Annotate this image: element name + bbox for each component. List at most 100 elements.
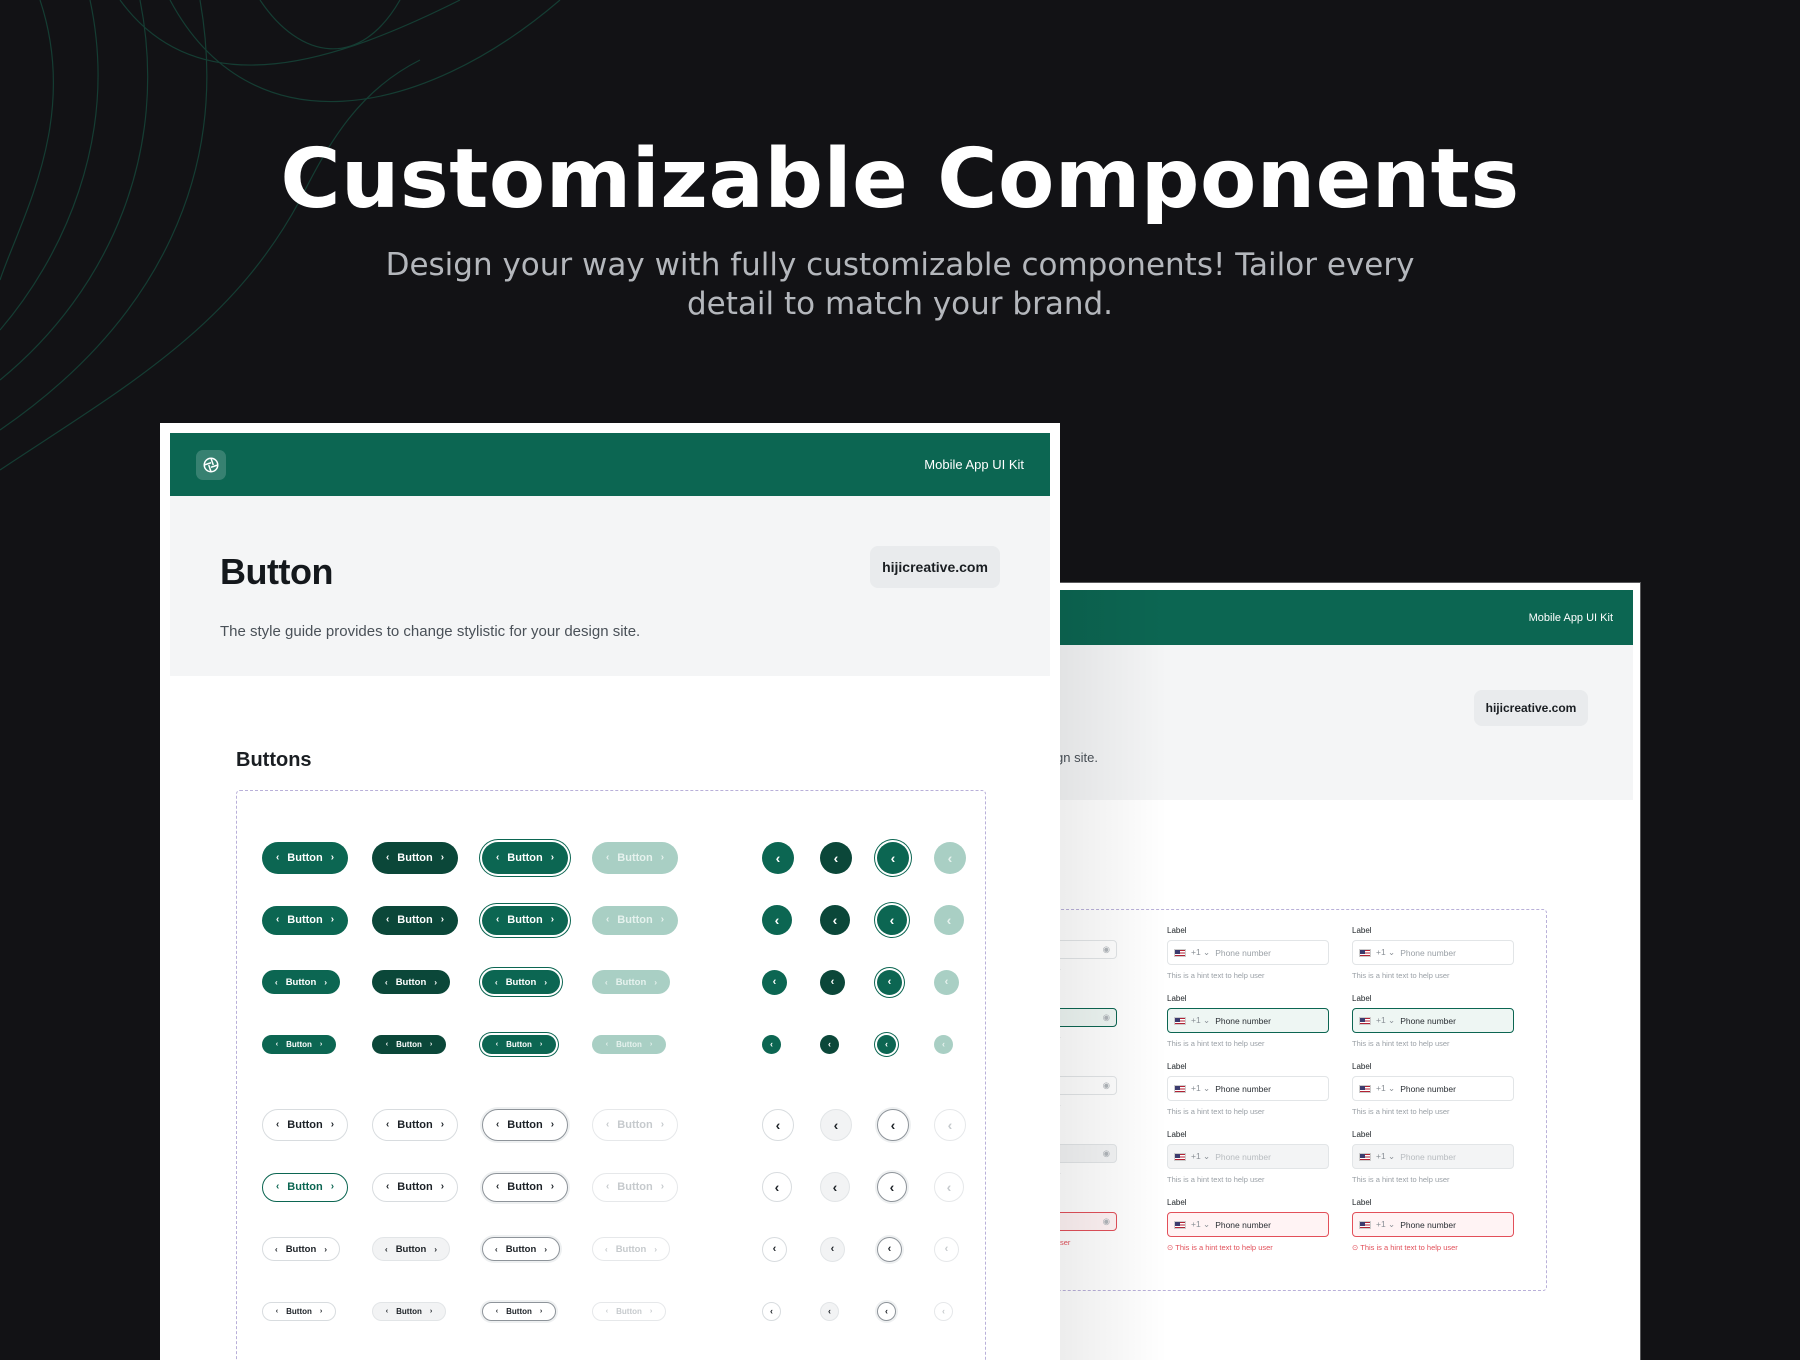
icon-button[interactable]: ‹ <box>820 1172 850 1202</box>
button-label: Button <box>287 852 323 864</box>
filled-button[interactable]: ‹ Button › <box>482 842 568 874</box>
filled-button[interactable]: ‹ Button › <box>372 842 458 874</box>
icon-button[interactable]: ‹ <box>762 1236 787 1262</box>
filled-button[interactable]: ‹ Button › <box>262 970 340 994</box>
outline-button[interactable]: ‹ Button › <box>262 1109 348 1141</box>
filled-button[interactable]: ‹ Button › <box>592 905 678 935</box>
phone-input[interactable]: +1 ⌄ Phone number <box>1167 940 1329 965</box>
icon-button[interactable]: ‹ <box>762 969 787 995</box>
icon-button[interactable]: ‹ <box>762 1301 781 1321</box>
button-label: Button <box>397 914 433 926</box>
phone-input[interactable]: +1 ⌄ Phone number <box>1167 1008 1329 1033</box>
outline-button[interactable]: ‹ Button › <box>262 1172 348 1202</box>
icon-button[interactable]: ‹ <box>762 1109 794 1141</box>
eye-icon[interactable]: ◉ <box>1103 1012 1110 1023</box>
icon-button[interactable]: ‹ <box>934 1034 953 1054</box>
filled-button[interactable]: ‹ Button › <box>482 1034 556 1054</box>
domain-badge[interactable]: hijicreative.com <box>870 546 1000 588</box>
phone-input[interactable]: +1 ⌄ Phone number <box>1352 1144 1514 1169</box>
icon-button[interactable]: ‹ <box>934 1109 966 1141</box>
icon-button[interactable]: ‹ <box>877 969 902 995</box>
country-code-select[interactable]: +1 ⌄ <box>1191 1083 1210 1094</box>
outline-button[interactable]: ‹ Button › <box>482 1301 556 1321</box>
filled-button[interactable]: ‹ Button › <box>262 905 348 935</box>
country-code-select[interactable]: +1 ⌄ <box>1191 1015 1210 1026</box>
icon-button[interactable]: ‹ <box>820 842 852 874</box>
chevron-left-icon: ‹ <box>830 976 835 988</box>
section-title: Buttons <box>236 749 312 771</box>
icon-button[interactable]: ‹ <box>877 905 907 935</box>
country-code-select[interactable]: +1 ⌄ <box>1376 1219 1395 1230</box>
icon-button[interactable]: ‹ <box>934 905 964 935</box>
eye-icon[interactable]: ◉ <box>1103 1216 1110 1227</box>
outline-button[interactable]: ‹ Button › <box>482 1172 568 1202</box>
filled-button[interactable]: ‹ Button › <box>262 1034 336 1054</box>
filled-button[interactable]: ‹ Button › <box>482 905 568 935</box>
icon-button[interactable]: ‹ <box>877 842 909 874</box>
phone-input[interactable]: +1 ⌄ Phone number <box>1352 1008 1514 1033</box>
icon-button[interactable]: ‹ <box>820 905 850 935</box>
outline-button[interactable]: ‹ Button › <box>262 1301 336 1321</box>
outline-button[interactable]: ‹ Button › <box>372 1237 450 1261</box>
icon-button[interactable]: ‹ <box>877 1172 907 1202</box>
filled-button[interactable]: ‹ Button › <box>592 1034 666 1054</box>
button-label: Button <box>507 914 543 926</box>
icon-button[interactable]: ‹ <box>877 1301 896 1321</box>
us-flag-icon <box>1174 1084 1186 1093</box>
eye-icon[interactable]: ◉ <box>1103 1080 1110 1091</box>
filled-button[interactable]: ‹ Button › <box>592 842 678 874</box>
outline-button[interactable]: ‹ Button › <box>592 1109 678 1141</box>
outline-button[interactable]: ‹ Button › <box>372 1301 446 1321</box>
filled-button[interactable]: ‹ Button › <box>372 1034 446 1054</box>
phone-input[interactable]: +1 ⌄ Phone number <box>1167 1212 1329 1237</box>
chevron-left-icon: ‹ <box>274 1243 278 1254</box>
icon-button[interactable]: ‹ <box>820 1236 845 1262</box>
country-code-select[interactable]: +1 ⌄ <box>1191 947 1210 958</box>
outline-button[interactable]: ‹ Button › <box>482 1109 568 1141</box>
filled-button[interactable]: ‹ Button › <box>372 905 458 935</box>
icon-button[interactable]: ‹ <box>820 1109 852 1141</box>
eye-icon[interactable]: ◉ <box>1103 1148 1110 1159</box>
icon-button[interactable]: ‹ <box>762 1172 792 1202</box>
outline-button[interactable]: ‹ Button › <box>592 1172 678 1202</box>
filled-button[interactable]: ‹ Button › <box>592 970 670 994</box>
country-code-select[interactable]: +1 ⌄ <box>1191 1219 1210 1230</box>
icon-button[interactable]: ‹ <box>820 1301 839 1321</box>
outline-button[interactable]: ‹ Button › <box>262 1237 340 1261</box>
icon-button[interactable]: ‹ <box>877 1236 902 1262</box>
filled-button[interactable]: ‹ Button › <box>372 970 450 994</box>
icon-button[interactable]: ‹ <box>762 905 792 935</box>
country-code-select[interactable]: +1 ⌄ <box>1191 1151 1210 1162</box>
phone-input[interactable]: +1 ⌄ Phone number <box>1167 1076 1329 1101</box>
country-code-select[interactable]: +1 ⌄ <box>1376 1151 1395 1162</box>
icon-button[interactable]: ‹ <box>934 1172 964 1202</box>
phone-input[interactable]: +1 ⌄ Phone number <box>1352 940 1514 965</box>
filled-button[interactable]: ‹ Button › <box>262 842 348 874</box>
country-code-select[interactable]: +1 ⌄ <box>1376 947 1395 958</box>
icon-button[interactable]: ‹ <box>934 1236 959 1262</box>
outline-button[interactable]: ‹ Button › <box>372 1172 458 1202</box>
phone-field: Label +1 ⌄ Phone number This is a hint text… <box>1352 1062 1514 1116</box>
icon-button[interactable]: ‹ <box>762 1034 781 1054</box>
icon-button[interactable]: ‹ <box>934 842 966 874</box>
domain-badge[interactable]: hijicreative.com <box>1474 690 1588 726</box>
icon-button[interactable]: ‹ <box>877 1034 896 1054</box>
filled-button[interactable]: ‹ Button › <box>482 970 560 994</box>
outline-button[interactable]: ‹ Button › <box>372 1109 458 1141</box>
icon-button[interactable]: ‹ <box>762 842 794 874</box>
phone-input[interactable]: +1 ⌄ Phone number <box>1352 1212 1514 1237</box>
eye-icon[interactable]: ◉ <box>1103 944 1110 955</box>
icon-button[interactable]: ‹ <box>820 969 845 995</box>
icon-button[interactable]: ‹ <box>934 1301 953 1321</box>
outline-button[interactable]: ‹ Button › <box>592 1301 666 1321</box>
country-code-select[interactable]: +1 ⌄ <box>1376 1015 1395 1026</box>
icon-button[interactable]: ‹ <box>877 1109 909 1141</box>
country-code-select[interactable]: +1 ⌄ <box>1376 1083 1395 1094</box>
icon-button[interactable]: ‹ <box>934 969 959 995</box>
chevron-left-icon: ‹ <box>774 912 780 928</box>
phone-input[interactable]: +1 ⌄ Phone number <box>1167 1144 1329 1169</box>
outline-button[interactable]: ‹ Button › <box>482 1237 560 1261</box>
icon-button[interactable]: ‹ <box>820 1034 839 1054</box>
outline-button[interactable]: ‹ Button › <box>592 1237 670 1261</box>
phone-input[interactable]: +1 ⌄ Phone number <box>1352 1076 1514 1101</box>
